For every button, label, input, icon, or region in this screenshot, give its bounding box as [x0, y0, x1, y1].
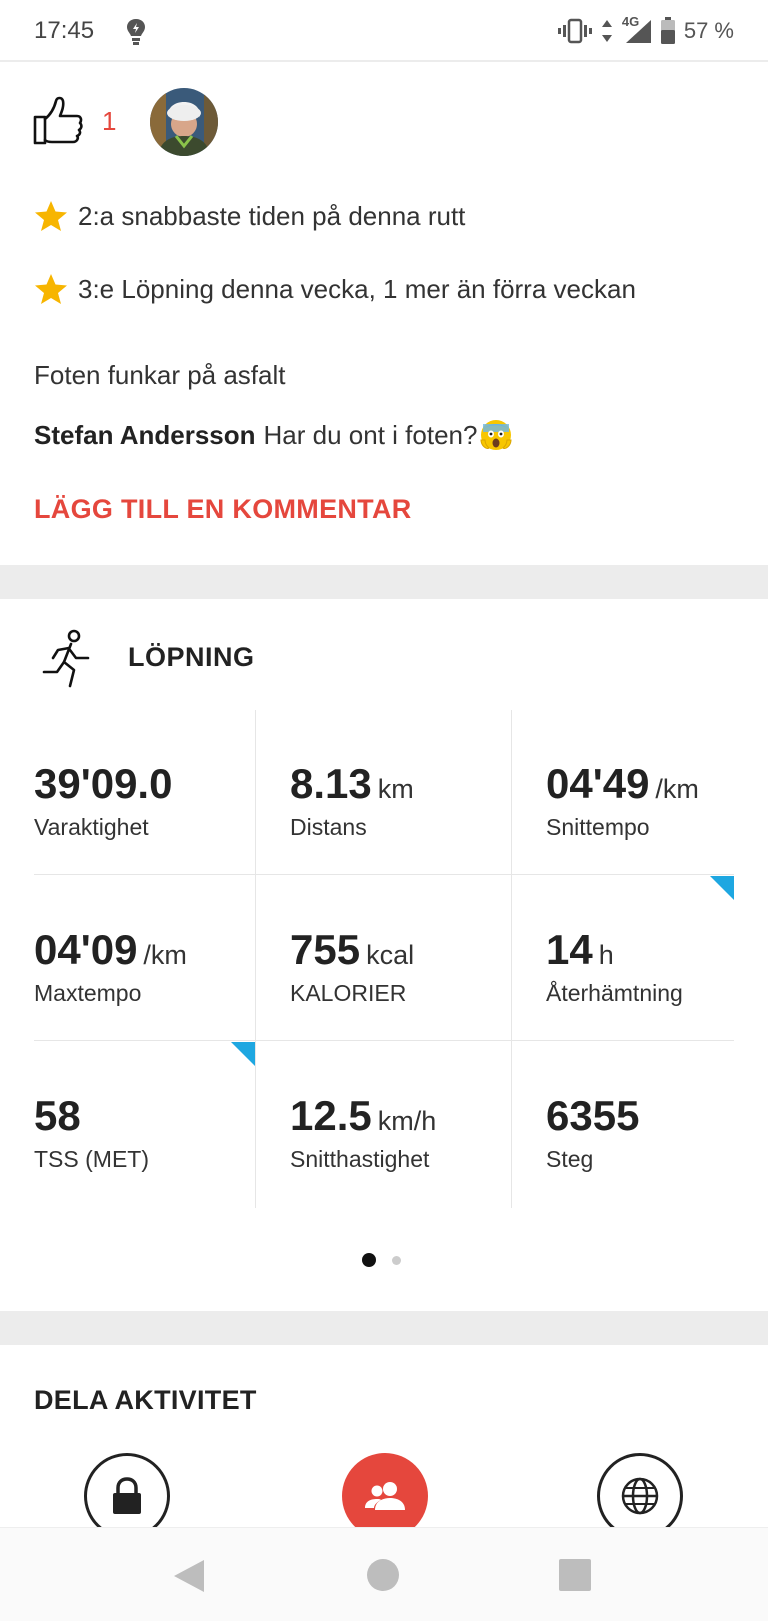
stats-grid[interactable]: 39'09.0 Varaktighet 8.13 km Distans 04'49…: [34, 710, 734, 1208]
stat-value: 755: [290, 926, 361, 973]
stat-avg-speed: 12.5 km/h Snitthastighet: [290, 1042, 520, 1208]
stat-avg-pace: 04'49/km Snittempo: [546, 710, 768, 876]
achievement-item: 2:a snabbaste tiden på denna rutt: [34, 200, 465, 232]
running-icon: [42, 629, 90, 688]
comment-text: Har du ont i foten?: [263, 419, 478, 450]
stat-label: TSS (MET): [34, 1146, 149, 1172]
stat-duration: 39'09.0 Varaktighet: [34, 710, 264, 876]
stat-value: 6355: [546, 1092, 640, 1139]
section-divider: [0, 565, 768, 599]
stat-value: 04'49: [546, 760, 650, 807]
achievement-item: 3:e Löpning denna vecka, 1 mer än förra …: [34, 273, 636, 305]
page-dot[interactable]: [392, 1255, 401, 1265]
status-bar: 17:45 4G 57 %: [0, 0, 768, 62]
stat-unit: km/h: [377, 1106, 437, 1136]
star-icon: [35, 274, 67, 304]
stat-label: Snittempo: [546, 814, 650, 840]
thumbs-up-icon[interactable]: [32, 95, 84, 147]
page-indicator[interactable]: [362, 1253, 401, 1267]
stat-unit: /km: [143, 940, 187, 970]
share-title: DELA AKTIVITET: [34, 1385, 257, 1415]
social-card: [0, 62, 768, 565]
info-corner-marker[interactable]: [231, 1042, 255, 1066]
back-icon[interactable]: [172, 1558, 206, 1594]
status-indicators: 4G 57 %: [557, 14, 734, 45]
stat-max-pace: 04'09/km Maxtempo: [34, 876, 264, 1042]
signal-icon: 4G: [622, 14, 652, 44]
stat-value: 14: [546, 926, 593, 973]
stat-distance: 8.13 km Distans: [290, 710, 520, 876]
stat-label: Distans: [290, 814, 367, 840]
star-icon: [35, 201, 67, 231]
stat-label: Varaktighet: [34, 814, 149, 840]
comment-author[interactable]: Stefan Andersson: [34, 420, 256, 451]
vibrate-icon: [557, 18, 592, 44]
section-divider: [0, 1311, 768, 1345]
activity-type-title: LÖPNING: [128, 642, 255, 672]
info-corner-marker[interactable]: [710, 876, 734, 900]
stat-value: 39'09.0: [34, 760, 173, 807]
stat-calories: 755 kcal KALORIER: [290, 876, 520, 1042]
like-count[interactable]: 1: [102, 106, 116, 137]
battery-icon: [660, 17, 675, 44]
stat-label: Maxtempo: [34, 980, 142, 1006]
achievement-text: 2:a snabbaste tiden på denna rutt: [78, 200, 466, 231]
system-nav-bar: [0, 1527, 768, 1621]
stat-label: Snitthastighet: [290, 1146, 430, 1172]
activity-description: Foten funkar på asfalt: [34, 360, 286, 390]
add-comment-button[interactable]: LÄGG TILL EN KOMMENTAR: [34, 494, 412, 525]
status-time: 17:45: [34, 17, 95, 44]
stat-value: 8.13: [290, 760, 372, 807]
recent-apps-icon[interactable]: [559, 1559, 591, 1591]
stat-unit: km: [377, 774, 414, 804]
stat-steps: 6355 Steg: [546, 1042, 768, 1208]
followers-icon: [365, 1482, 405, 1510]
comment: Stefan Andersson Har du ont i foten?: [34, 418, 513, 452]
stat-label: Återhämtning: [546, 980, 683, 1006]
scream-emoji-icon: [480, 420, 512, 450]
stat-value: 12.5: [290, 1092, 372, 1139]
stat-label: KALORIER: [290, 980, 407, 1006]
stat-label: Steg: [546, 1146, 594, 1172]
battery-percent: 57 %: [683, 18, 734, 43]
stat-unit: h: [598, 940, 614, 970]
home-icon[interactable]: [367, 1559, 399, 1591]
stat-value: 04'09: [34, 926, 138, 973]
stat-unit: kcal: [366, 940, 415, 970]
stat-unit: /km: [655, 774, 699, 804]
lightbulb-icon: [127, 19, 145, 45]
page-dot-active[interactable]: [362, 1253, 376, 1267]
achievement-text: 3:e Löpning denna vecka, 1 mer än förra …: [78, 273, 636, 304]
stat-tss[interactable]: 58 TSS (MET): [34, 1042, 264, 1208]
lock-icon: [113, 1477, 141, 1514]
avatar[interactable]: [150, 88, 218, 156]
data-arrows-icon: [601, 20, 612, 42]
stat-value: 58: [34, 1092, 81, 1139]
globe-icon: [621, 1477, 659, 1515]
stat-recovery[interactable]: 14 h Återhämtning: [546, 876, 768, 1042]
